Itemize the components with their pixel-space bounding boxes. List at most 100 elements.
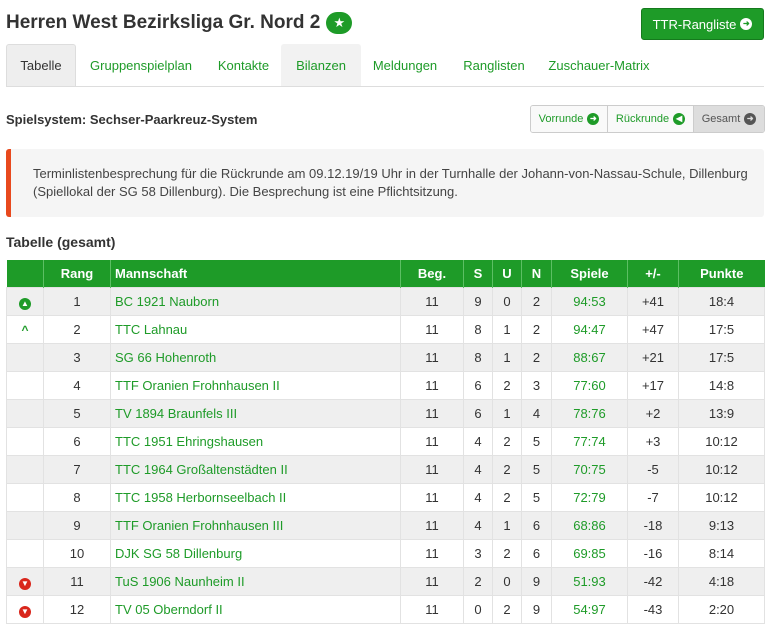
cell-u: 1 bbox=[492, 343, 522, 372]
cell-beg: 11 bbox=[400, 399, 464, 428]
cell-n: 5 bbox=[521, 483, 552, 512]
cell-spiele[interactable]: 54:97 bbox=[551, 595, 628, 624]
cell-beg: 11 bbox=[400, 343, 464, 372]
rueckrunde-button[interactable]: Rückrunde ◀ bbox=[608, 106, 694, 132]
cell-team[interactable]: TTF Oranien Frohnhausen III bbox=[110, 511, 401, 540]
arrow-left-icon: ◀ bbox=[673, 113, 686, 125]
cell-diff: -18 bbox=[627, 511, 679, 540]
tab-label: Gruppenspielplan bbox=[90, 57, 192, 73]
col-n[interactable]: N bbox=[521, 260, 552, 288]
cell-team[interactable]: TV 1894 Braunfels III bbox=[110, 399, 401, 428]
vorrunde-button[interactable]: Vorrunde ➜ bbox=[531, 106, 608, 132]
cell-team[interactable]: DJK SG 58 Dillenburg bbox=[110, 539, 401, 568]
tab-ranglisten[interactable]: Ranglisten bbox=[449, 44, 539, 86]
table-row: 5 TV 1894 Braunfels III 11 6 1 4 78:76 +2 13:9 bbox=[6, 399, 765, 428]
tab-bar: Tabelle Gruppenspielplan Kontakte Bilanz… bbox=[6, 44, 764, 87]
standings-table: Rang Mannschaft Beg. S U N Spiele +/- Pu… bbox=[6, 260, 765, 624]
trend-cell bbox=[6, 371, 44, 400]
cell-u: 1 bbox=[492, 511, 522, 540]
col-u[interactable]: U bbox=[492, 260, 522, 288]
tab-bilanzen[interactable]: Bilanzen bbox=[281, 44, 361, 86]
cell-n: 6 bbox=[521, 539, 552, 568]
cell-spiele[interactable]: 77:74 bbox=[551, 427, 628, 456]
cell-team[interactable]: BC 1921 Nauborn bbox=[110, 287, 401, 316]
table-row: 8 TTC 1958 Herbornseelbach II 11 4 2 5 72:79 -7… bbox=[6, 483, 765, 512]
cell-rang: 8 bbox=[43, 483, 111, 512]
tab-meldungen[interactable]: Meldungen bbox=[361, 44, 449, 86]
cell-spiele[interactable]: 94:47 bbox=[551, 315, 628, 344]
col-s[interactable]: S bbox=[463, 260, 493, 288]
cell-beg: 11 bbox=[400, 371, 464, 400]
cell-team[interactable]: TV 05 Oberndorf II bbox=[110, 595, 401, 624]
tab-zuschauer-matrix[interactable]: Zuschauer-Matrix bbox=[539, 44, 659, 86]
table-row: 3 SG 66 Hohenroth 11 8 1 2 88:67 +21 17:5 bbox=[6, 343, 765, 372]
ttr-rangliste-button[interactable]: TTR-Rangliste ➜ bbox=[641, 8, 764, 40]
cell-spiele[interactable]: 51:93 bbox=[551, 567, 628, 596]
cell-spiele[interactable]: 68:86 bbox=[551, 511, 628, 540]
cell-s: 6 bbox=[463, 399, 493, 428]
cell-team[interactable]: TTC 1958 Herbornseelbach II bbox=[110, 483, 401, 512]
cell-s: 3 bbox=[463, 539, 493, 568]
cell-spiele[interactable]: 78:76 bbox=[551, 399, 628, 428]
table-row: 7 TTC 1964 Großaltenstädten II 11 4 2 5 70:75-… bbox=[6, 455, 765, 484]
cell-s: 8 bbox=[463, 315, 493, 344]
cell-u: 2 bbox=[492, 595, 522, 624]
cell-team[interactable]: TTC Lahnau bbox=[110, 315, 401, 344]
cell-n: 2 bbox=[521, 315, 552, 344]
arrow-right-icon: ➜ bbox=[740, 18, 753, 30]
trend-cell: ^ bbox=[6, 315, 44, 344]
notice-text: Terminlistenbesprechung für die Rückrund… bbox=[33, 166, 748, 199]
col-punkte[interactable]: Punkte bbox=[678, 260, 765, 288]
gesamt-button[interactable]: Gesamt ➜ bbox=[694, 106, 764, 132]
cell-team[interactable]: TTC 1964 Großaltenstädten II bbox=[110, 455, 401, 484]
col-diff[interactable]: +/- bbox=[627, 260, 679, 288]
tab-tabelle[interactable]: Tabelle bbox=[6, 44, 76, 86]
cell-spiele[interactable]: 94:53 bbox=[551, 287, 628, 316]
cell-beg: 11 bbox=[400, 287, 464, 316]
cell-spiele[interactable]: 77:60 bbox=[551, 371, 628, 400]
star-icon[interactable]: ★ bbox=[326, 12, 353, 34]
trend-cell: ▼ bbox=[6, 567, 44, 596]
cell-team[interactable]: TTC 1951 Ehringshausen bbox=[110, 427, 401, 456]
cell-diff: -43 bbox=[627, 595, 679, 624]
tab-label: Ranglisten bbox=[463, 57, 525, 73]
col-mannschaft[interactable]: Mannschaft bbox=[110, 260, 401, 288]
cell-spiele[interactable]: 72:79 bbox=[551, 483, 628, 512]
trend-cell: ▲ bbox=[6, 287, 44, 316]
cell-spiele[interactable]: 88:67 bbox=[551, 343, 628, 372]
cell-punkte: 18:4 bbox=[678, 287, 765, 316]
cell-rang: 6 bbox=[43, 427, 111, 456]
spielsystem-label: Spielsystem: Sechser-Paarkreuz-System bbox=[6, 112, 258, 127]
cell-s: 2 bbox=[463, 567, 493, 596]
table-row: 9 TTF Oranien Frohnhausen III 11 4 1 6 68:86 -1… bbox=[6, 511, 765, 540]
cell-team[interactable]: SG 66 Hohenroth bbox=[110, 343, 401, 372]
cell-n: 3 bbox=[521, 371, 552, 400]
tab-gruppenspielplan[interactable]: Gruppenspielplan bbox=[76, 44, 206, 86]
table-row: ▼ 11 TuS 1906 Naunheim II 11 2 0 9 51:93 -42 4:18 bbox=[6, 567, 765, 596]
relegation-down-icon: ▼ bbox=[19, 605, 31, 618]
cell-rang: 1 bbox=[43, 287, 111, 316]
trend-cell bbox=[6, 343, 44, 372]
trend-cell bbox=[6, 427, 44, 456]
cell-spiele[interactable]: 70:75 bbox=[551, 455, 628, 484]
table-row: ^ 2 TTC Lahnau 11 8 1 2 94:47 +47 17:5 bbox=[6, 315, 765, 344]
arrow-right-icon: ➜ bbox=[744, 113, 757, 125]
cell-team[interactable]: TTF Oranien Frohnhausen II bbox=[110, 371, 401, 400]
tab-label: Tabelle bbox=[20, 58, 62, 73]
cell-diff: -7 bbox=[627, 483, 679, 512]
cell-diff: -42 bbox=[627, 567, 679, 596]
table-title: Tabelle (gesamt) bbox=[6, 234, 116, 250]
col-beg[interactable]: Beg. bbox=[400, 260, 464, 288]
cell-spiele[interactable]: 69:85 bbox=[551, 539, 628, 568]
col-spiele[interactable]: Spiele bbox=[551, 260, 628, 288]
cell-n: 6 bbox=[521, 511, 552, 540]
col-rang[interactable]: Rang bbox=[43, 260, 111, 288]
trend-cell: ▼ bbox=[6, 595, 44, 624]
round-selector: Vorrunde ➜ Rückrunde ◀ Gesamt ➜ bbox=[530, 105, 765, 133]
rueckrunde-label: Rückrunde bbox=[615, 113, 670, 125]
cell-rang: 9 bbox=[43, 511, 111, 540]
tab-kontakte[interactable]: Kontakte bbox=[206, 44, 281, 86]
tab-label: Kontakte bbox=[217, 57, 270, 73]
cell-team[interactable]: TuS 1906 Naunheim II bbox=[110, 567, 401, 596]
cell-n: 9 bbox=[521, 595, 552, 624]
